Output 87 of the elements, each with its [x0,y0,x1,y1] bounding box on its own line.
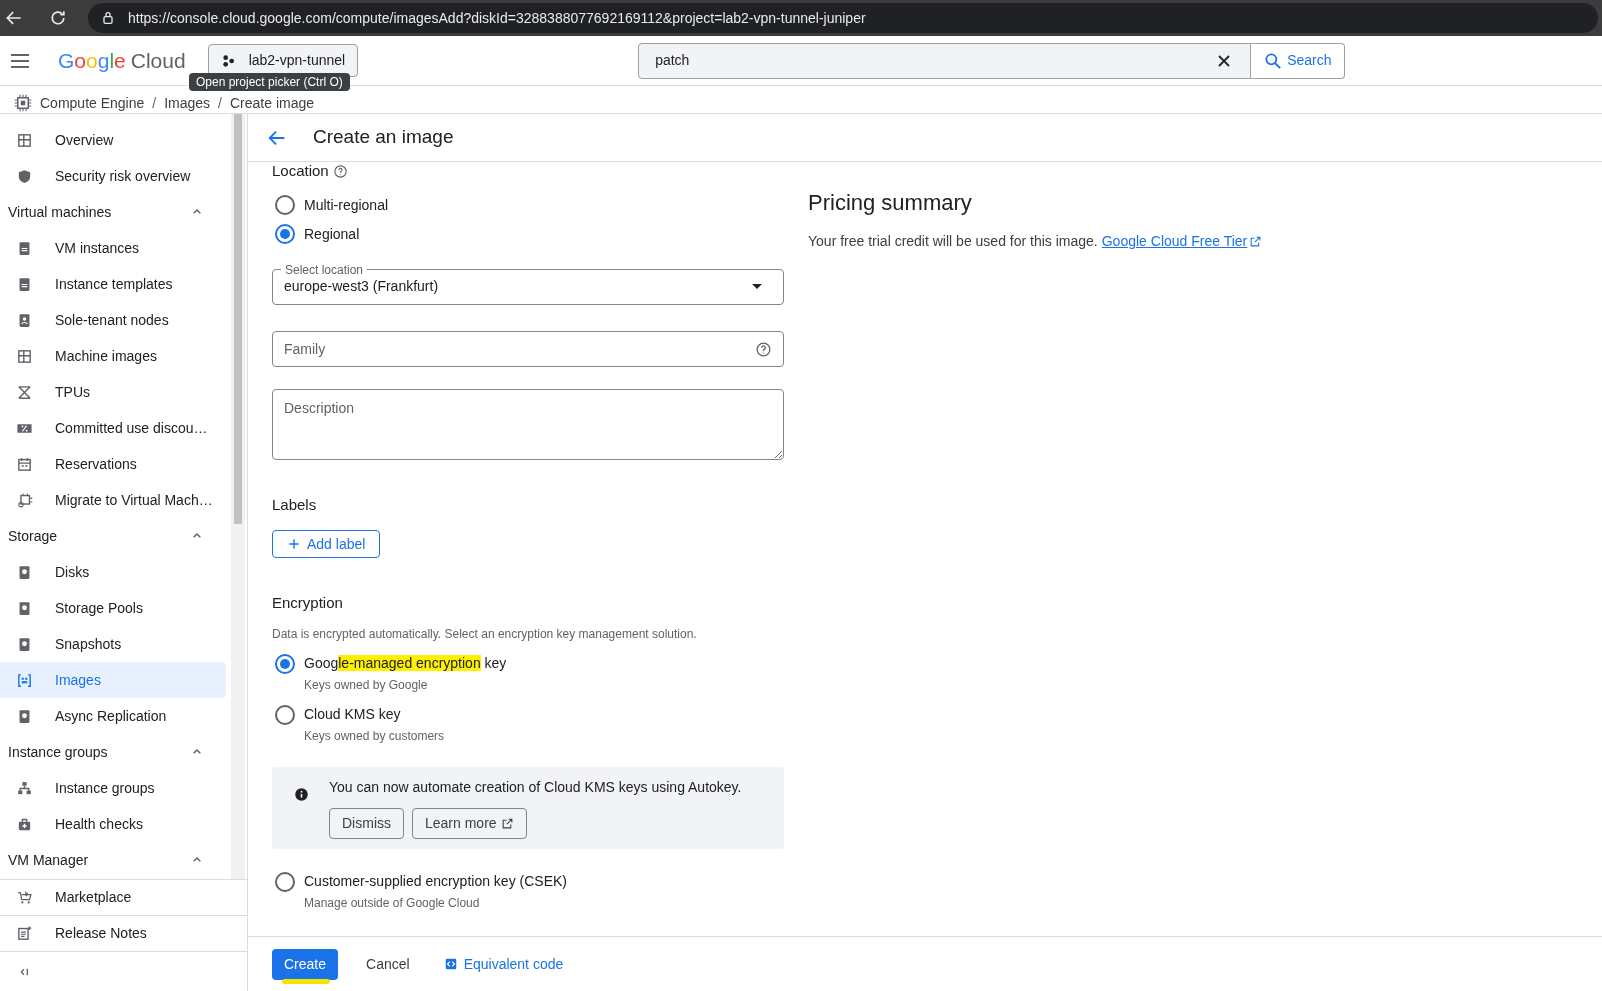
radio-label: Google-managed encryption key [304,653,507,673]
sidebar-item[interactable]: Async Replication [0,698,231,734]
equivalent-code-button[interactable]: Equivalent code [437,948,570,980]
plus-icon [287,537,301,551]
learn-more-button[interactable]: Learn more [412,807,527,839]
external-link-icon [500,816,514,830]
lock-icon [100,10,116,26]
banner-text: You can now automate creation of Cloud KMS keys using Autokey. [329,777,742,797]
radio-label: Regional [304,224,360,244]
breadcrumb-separator: / [218,94,222,111]
description-field[interactable]: Description [272,388,784,460]
help-icon[interactable] [332,163,348,179]
radio-sublabel: Manage outside of Google Cloud [304,894,481,912]
help-icon[interactable] [755,340,772,358]
info-icon [294,786,309,802]
sidebar-item[interactable]: Disks [0,554,231,590]
sidebar-item[interactable]: Machine images [0,338,231,374]
sidebar-item[interactable]: TPUs [0,374,231,410]
hierarchy-icon [16,779,33,797]
search-button[interactable]: Search [1251,42,1345,79]
radio-button[interactable] [275,704,295,725]
tooltip: Open project picker (Ctrl O) [189,73,350,91]
sidebar-item[interactable]: Instance templates [0,266,231,302]
sidebar-item[interactable]: Storage Pools [0,590,231,626]
notes-icon [16,925,33,942]
section-description: Data is encrypted automatically. Select an encryption key management solution. [272,625,698,643]
sidebar-section-header[interactable]: Storage [0,518,231,554]
google-cloud-logo[interactable]: Google Cloud [58,44,186,77]
sidebar-item[interactable]: VM instances [0,230,231,266]
dismiss-button[interactable]: Dismiss [329,807,404,839]
radio-label: Customer-supplied encryption key (CSEK) [304,871,567,891]
shield-icon [16,167,33,185]
sidebar-item[interactable]: Health checks [0,806,231,842]
sidebar-section-header[interactable]: Instance groups [0,734,231,770]
sidebar-item[interactable]: Overview [0,122,231,158]
section-heading: Encryption [272,593,344,613]
hub-icon [220,52,237,69]
radio-button[interactable] [275,224,295,244]
breadcrumb-link[interactable]: Images [164,94,211,111]
grid-icon [16,131,33,149]
chip-icon [14,93,32,112]
sidebar-section-header[interactable]: Virtual machines [0,194,231,230]
dropdown-arrow-icon [752,284,762,289]
breadcrumb-separator: / [152,94,157,111]
radio-label: Multi-regional [304,195,389,215]
sidebar-item[interactable]: Release Notes [0,915,247,951]
sidebar-item[interactable]: Snapshots [0,626,231,662]
image-icon [16,671,33,689]
search-field[interactable]: patch [638,42,1252,79]
family-field[interactable]: Family [272,330,784,367]
section-heading: Location [272,162,329,181]
sidebar-item[interactable]: Security risk overview [0,158,231,194]
sidebar-item[interactable]: Marketplace [0,879,247,915]
cancel-button[interactable]: Cancel [356,948,420,980]
page-title: Create an image [313,125,454,150]
external-link-icon [1249,235,1263,248]
url-text: https://console.cloud.google.com/compute/imagesAdd?diskId=3288388077692169112&project=lab2-vpn-tunnel-juniper [128,8,866,28]
radio-label: Cloud KMS key [304,704,402,724]
reload-icon[interactable] [48,8,68,28]
cart-icon [16,889,33,906]
radio-sublabel: Keys owned by Google [304,676,429,694]
pricing-text: Your free trial credit will be used for this image. [808,232,1098,251]
sidebar-section-header[interactable]: VM Manager [0,842,231,878]
breadcrumb-link[interactable]: Create image [230,94,315,111]
radio-button[interactable] [275,871,295,892]
code-icon [443,957,458,971]
sidebar-item[interactable]: Images [0,662,226,698]
address-bar[interactable]: https://console.cloud.google.com/compute/imagesAdd?diskId=3288388077692169112&project=lab2-vpn-tunnel-juniper [88,3,1598,33]
sidebar-item[interactable]: Migrate to Virtual Mach… [0,482,231,518]
search-icon [1263,50,1284,71]
chip-icon [16,491,33,509]
radio-button[interactable] [275,195,295,215]
sidebar-item[interactable]: Instance groups [0,770,231,806]
section-heading: Labels [272,494,318,515]
grid-icon [16,347,33,365]
scrollbar[interactable] [231,114,245,879]
add-label-button[interactable]: Add label [272,530,381,558]
calendar-icon [16,455,33,473]
pricing-heading: Pricing summary [808,189,973,217]
sidebar-item[interactable]: Sole-tenant nodes [0,302,231,338]
sidebar-item[interactable]: Committed use discou… [0,410,231,446]
radio-sublabel: Keys owned by customers [304,727,445,745]
scrollbar-thumb[interactable] [234,114,242,524]
breadcrumb-link[interactable]: Compute Engine [40,94,145,111]
free-tier-link[interactable]: Google Cloud Free Tier [1101,231,1263,252]
radio-button[interactable] [275,653,295,674]
sidebar-item[interactable]: Reservations [0,446,231,482]
